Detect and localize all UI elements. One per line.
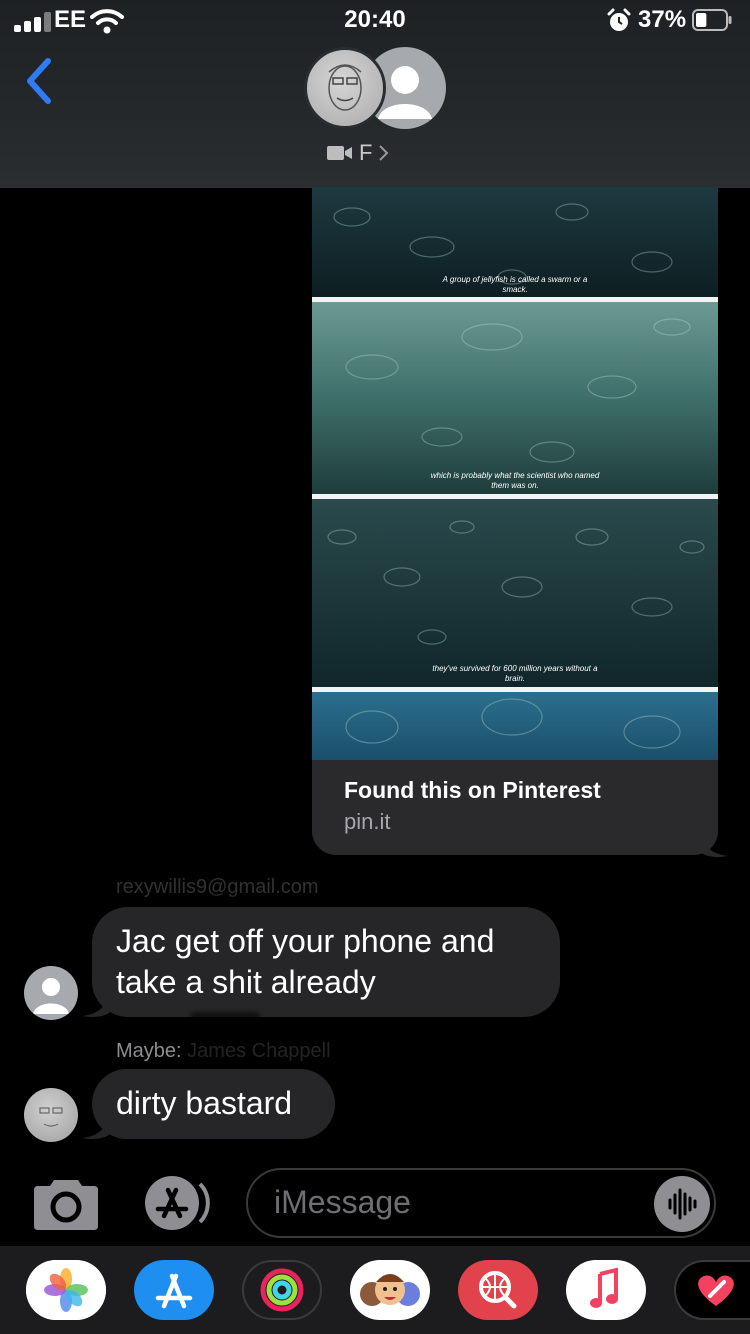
app-store-icon — [145, 1176, 210, 1230]
group-name-label: F — [359, 140, 373, 165]
message-bubble[interactable]: Jac get off your phone and take a shit a… — [92, 907, 560, 1017]
music-app-icon[interactable] — [566, 1260, 646, 1320]
battery-percentage: 37% — [638, 6, 687, 33]
link-domain: pin.it — [344, 809, 391, 834]
message-input[interactable]: iMessage — [246, 1168, 716, 1238]
bubble-tail — [82, 990, 110, 1017]
bubble-tail — [700, 830, 728, 857]
imessage-app-drawer — [0, 1246, 750, 1334]
sketch-portrait-icon — [328, 64, 362, 111]
panel-divider — [312, 687, 718, 692]
image-caption: A group of jellyfish is called a swarm o… — [442, 275, 588, 294]
back-chevron-icon[interactable] — [20, 56, 60, 106]
camera-button[interactable] — [32, 1174, 100, 1232]
group-details-button[interactable]: F — [327, 140, 390, 166]
waveform-icon — [668, 1188, 697, 1220]
participant-avatar-photo[interactable] — [304, 47, 386, 129]
contact-photo — [39, 1107, 63, 1127]
alarm-icon — [607, 8, 631, 31]
redaction-mark — [190, 1012, 260, 1022]
message-text-line: take a shit already — [116, 964, 376, 1000]
person-placeholder-icon — [33, 978, 69, 1014]
image-search-app-icon[interactable] — [458, 1260, 538, 1320]
music-note-icon — [590, 1267, 618, 1308]
app-store-button[interactable] — [140, 1176, 212, 1230]
digital-touch-app-icon[interactable] — [674, 1260, 750, 1320]
activity-rings-icon — [260, 1268, 304, 1312]
photos-app-icon[interactable] — [26, 1260, 106, 1320]
photos-flower-icon — [26, 1260, 106, 1320]
conversation-header: EE 20:40 37% F — [0, 0, 750, 188]
sender-name: James Chappell — [187, 1040, 331, 1062]
message-text-line: Jac get off your phone and — [116, 923, 495, 959]
activity-app-icon[interactable] — [242, 1260, 322, 1320]
message-input-placeholder: iMessage — [274, 1184, 411, 1220]
panel-divider — [312, 297, 718, 302]
link-preview-image: A group of jellyfish is called a swarm o… — [312, 187, 718, 760]
image-caption: they've survived for 600 million years w… — [432, 664, 598, 683]
link-preview-card[interactable]: A group of jellyfish is called a swarm o… — [312, 187, 718, 855]
app-store-app-icon[interactable] — [134, 1260, 214, 1320]
message-bubble[interactable]: dirty bastard — [92, 1069, 335, 1139]
sender-label: Maybe: James Chappell — [116, 1040, 331, 1063]
image-caption: which is probably what the scientist who… — [430, 471, 600, 490]
chevron-right-icon — [379, 145, 389, 161]
memoji-app-icon[interactable] — [350, 1260, 430, 1320]
battery-icon — [692, 9, 732, 31]
memoji-faces-icon — [360, 1274, 420, 1306]
globe-magnifier-icon — [479, 1271, 517, 1309]
audio-message-button[interactable] — [654, 1176, 710, 1232]
bubble-tail — [82, 1112, 110, 1139]
link-title: Found this on Pinterest — [344, 777, 601, 803]
heart-touch-icon — [698, 1275, 734, 1306]
sender-avatar[interactable] — [24, 966, 78, 1020]
sender-avatar[interactable] — [24, 1088, 78, 1142]
sender-prefix: Maybe: — [116, 1040, 182, 1062]
message-text: dirty bastard — [116, 1085, 293, 1121]
video-camera-icon — [327, 146, 352, 160]
panel-divider — [312, 494, 718, 499]
app-store-glyph — [155, 1273, 193, 1309]
